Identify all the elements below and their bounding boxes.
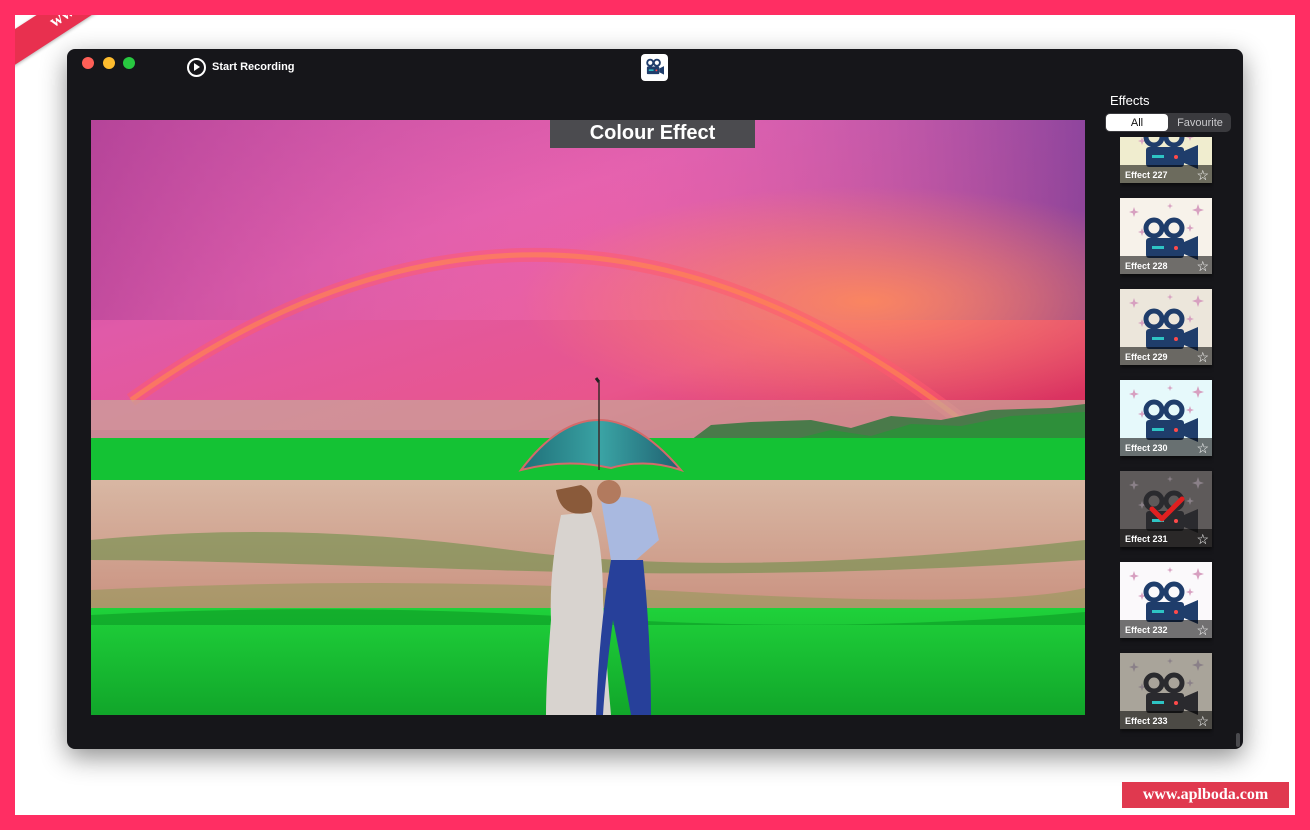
effect-label: Effect 233 <box>1125 716 1168 726</box>
zoom-window-button[interactable] <box>123 57 135 69</box>
effect-item[interactable]: Effect 232 ☆ <box>1120 562 1212 638</box>
filter-all-tab[interactable]: All <box>1106 114 1168 131</box>
effect-item[interactable]: Effect 233 ☆ <box>1120 653 1212 729</box>
play-icon <box>187 57 206 77</box>
favourite-star-icon[interactable]: ☆ <box>1196 623 1209 637</box>
video-preview[interactable]: Colour Effect <box>91 120 1085 715</box>
effects-heading: Effects <box>1110 93 1150 108</box>
favourite-star-icon[interactable]: ☆ <box>1196 532 1209 546</box>
minimize-window-button[interactable] <box>103 57 115 69</box>
effect-item[interactable]: Effect 229 ☆ <box>1120 289 1212 365</box>
effect-label: Effect 227 <box>1125 170 1168 180</box>
start-recording-label: Start Recording <box>212 61 295 73</box>
screenshot-canvas: Start Recording Colour Effect Effects Al… <box>15 15 1295 815</box>
effect-label: Effect 232 <box>1125 625 1168 635</box>
favourite-star-icon[interactable]: ☆ <box>1196 168 1209 182</box>
effect-title-badge: Colour Effect <box>550 120 755 148</box>
favourite-star-icon[interactable]: ☆ <box>1196 259 1209 273</box>
effects-sidebar: Effects All Favourite Effect 227 ☆ Effect … <box>1102 89 1242 744</box>
effect-label: Effect 230 <box>1125 443 1168 453</box>
watermark-ribbon-text: www.aplboda.com <box>46 15 172 32</box>
effect-label: Effect 231 <box>1125 534 1168 544</box>
favourite-star-icon[interactable]: ☆ <box>1196 350 1209 364</box>
effect-item[interactable]: Effect 228 ☆ <box>1120 198 1212 274</box>
movie-camera-icon <box>641 54 668 81</box>
effects-filter-control: All Favourite <box>1105 113 1231 132</box>
effects-list[interactable]: Effect 227 ☆ Effect 228 ☆ Effect 229 ☆ Effect … <box>1120 137 1214 737</box>
filter-favourite-tab[interactable]: Favourite <box>1169 113 1231 132</box>
effect-label: Effect 228 <box>1125 261 1168 271</box>
effect-item[interactable]: Effect 230 ☆ <box>1120 380 1212 456</box>
preview-image <box>91 120 1085 715</box>
effect-label: Effect 229 <box>1125 352 1168 362</box>
favourite-star-icon[interactable]: ☆ <box>1196 714 1209 728</box>
app-window: Start Recording Colour Effect Effects Al… <box>67 49 1243 749</box>
favourite-star-icon[interactable]: ☆ <box>1196 441 1209 455</box>
watermark-badge: www.aplboda.com <box>1122 782 1289 808</box>
effect-item[interactable]: Effect 227 ☆ <box>1120 137 1212 183</box>
start-recording-button[interactable]: Start Recording <box>187 55 295 79</box>
effect-item[interactable]: Effect 231 ☆ <box>1120 471 1212 547</box>
effects-scrollbar[interactable] <box>1236 733 1240 747</box>
close-window-button[interactable] <box>82 57 94 69</box>
